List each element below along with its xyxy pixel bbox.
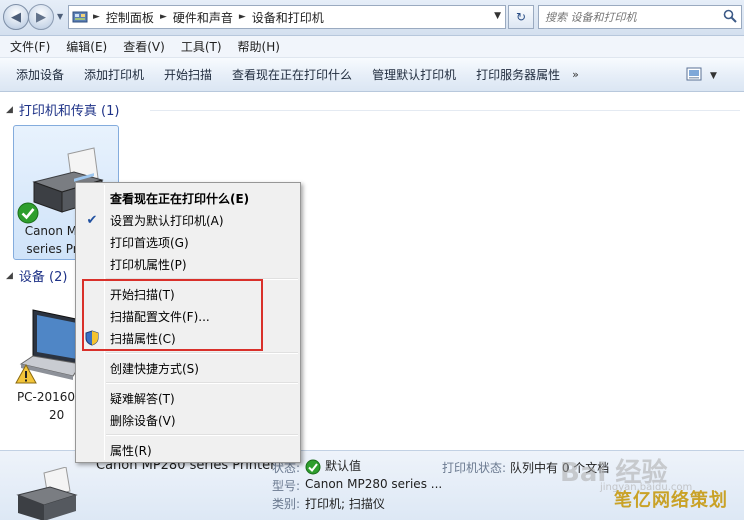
context-menu: 查看现在正在打印什么(E) ✔ 设置为默认打印机(A) 打印首选项(G) 打印机… <box>75 182 301 463</box>
group-divider <box>150 110 740 111</box>
collapse-triangle-icon[interactable]: ◢ <box>6 271 13 281</box>
checkmark-icon: ✔ <box>86 212 98 228</box>
forward-button[interactable]: ▶ <box>28 4 54 30</box>
menu-item-label: 删除设备(V) <box>110 413 176 428</box>
menu-separator <box>106 382 298 384</box>
menu-item-label: 打印首选项(G) <box>110 235 189 250</box>
breadcrumb-control-panel[interactable]: 控制面板 <box>106 9 154 26</box>
menu-file[interactable]: 文件(F) <box>2 38 58 55</box>
breadcrumb-separator-icon[interactable]: ► <box>239 12 246 22</box>
menu-bar: 文件(F) 编辑(E) 查看(V) 工具(T) 帮助(H) <box>0 36 744 58</box>
see-whats-printing-button[interactable]: 查看现在正在打印什么 <box>222 66 362 83</box>
command-bar: 添加设备 添加打印机 开始扫描 查看现在正在打印什么 管理默认打印机 打印服务器… <box>0 58 744 92</box>
pc-device-label-line2: 20 <box>49 408 65 422</box>
view-dropdown-icon[interactable]: ▼ <box>710 71 717 81</box>
recent-pages-dropdown-icon[interactable]: ▼ <box>57 12 63 21</box>
address-dropdown-icon[interactable]: ▼ <box>494 11 501 21</box>
menu-item-remove-device[interactable]: 删除设备(V) <box>78 409 298 431</box>
more-commands-button[interactable]: » <box>572 68 579 81</box>
add-device-button[interactable]: 添加设备 <box>6 66 74 83</box>
pc-device-label-line1: PC-20160 <box>16 390 76 404</box>
back-arrow-icon: ◀ <box>11 9 21 25</box>
details-queue-label: 打印机状态: <box>442 461 507 475</box>
breadcrumb-separator-icon[interactable]: ► <box>93 12 100 22</box>
breadcrumb[interactable]: ► 控制面板 ► 硬件和声音 ► 设备和打印机 ▼ <box>68 5 506 29</box>
details-status: 默认值 <box>305 457 361 475</box>
details-printer-icon <box>16 467 78 520</box>
menu-separator <box>106 434 298 436</box>
printers-group-header[interactable]: ◢ 打印机和传真 (1) <box>6 100 119 119</box>
menu-edit[interactable]: 编辑(E) <box>58 38 115 55</box>
devices-group-header[interactable]: ◢ 设备 (2) <box>6 266 67 285</box>
menu-separator <box>106 352 298 354</box>
start-scan-button[interactable]: 开始扫描 <box>154 66 222 83</box>
address-bar: ◀ ▶ ▼ ► 控制面板 ► 硬件和声音 ► 设备和打印机 ▼ ↻ <box>0 0 744 36</box>
menu-item-create-shortcut[interactable]: 创建快捷方式(S) <box>78 357 298 379</box>
add-printer-button[interactable]: 添加打印机 <box>74 66 154 83</box>
details-category-value: 打印机; 扫描仪 <box>305 497 385 511</box>
menu-item-label: 打印机属性(P) <box>110 257 187 272</box>
menu-item-set-default[interactable]: ✔ 设置为默认打印机(A) <box>78 209 298 231</box>
manage-default-printers-button[interactable]: 管理默认打印机 <box>362 66 466 83</box>
default-printer-check-icon <box>17 202 39 224</box>
default-status-check-icon <box>305 459 321 474</box>
pc-device[interactable]: PC-20160 20 <box>13 300 82 430</box>
menu-item-printing-preferences[interactable]: 打印首选项(G) <box>78 231 298 253</box>
menu-item-label: 开始扫描(T) <box>110 287 175 302</box>
refresh-button[interactable]: ↻ <box>508 5 534 29</box>
menu-item-label: 创建快捷方式(S) <box>110 361 199 376</box>
menu-item-label: 设置为默认打印机(A) <box>110 213 224 228</box>
back-button[interactable]: ◀ <box>3 4 29 30</box>
forward-arrow-icon: ▶ <box>36 9 46 25</box>
details-status-value: 默认值 <box>325 459 362 473</box>
menu-separator <box>106 278 298 280</box>
breadcrumb-devices-printers[interactable]: 设备和打印机 <box>252 9 324 26</box>
menu-item-see-whats-printing[interactable]: 查看现在正在打印什么(E) <box>78 187 298 209</box>
menu-item-label: 查看现在正在打印什么(E) <box>110 191 250 206</box>
warning-icon <box>15 364 37 384</box>
print-server-properties-button[interactable]: 打印服务器属性 <box>466 66 570 83</box>
devices-group-title: 设备 (2) <box>18 270 68 285</box>
breadcrumb-separator-icon[interactable]: ► <box>160 12 167 22</box>
menu-view[interactable]: 查看(V) <box>115 38 173 55</box>
collapse-triangle-icon[interactable]: ◢ <box>6 105 13 115</box>
menu-item-label: 扫描配置文件(F)... <box>110 309 210 324</box>
refresh-icon: ↻ <box>515 10 527 24</box>
control-panel-icon <box>69 6 91 28</box>
menu-item-start-scan[interactable]: 开始扫描(T) <box>78 283 298 305</box>
printers-group-title: 打印机和传真 (1) <box>18 104 120 119</box>
change-view-button[interactable]: ▼ <box>686 67 717 84</box>
menu-item-scan-properties[interactable]: 扫描属性(C) <box>78 327 298 349</box>
menu-item-troubleshoot[interactable]: 疑难解答(T) <box>78 387 298 409</box>
menu-item-label: 扫描属性(C) <box>110 331 176 346</box>
brand-watermark: 笔亿网络策划 <box>614 490 728 511</box>
search-icon[interactable] <box>723 9 737 26</box>
menu-item-properties[interactable]: 属性(R) <box>78 439 298 461</box>
menu-item-scan-profiles[interactable]: 扫描配置文件(F)... <box>78 305 298 327</box>
details-model-value: Canon MP280 series ... <box>305 477 443 491</box>
menu-item-printer-properties[interactable]: 打印机属性(P) <box>78 253 298 275</box>
view-icon <box>686 67 702 84</box>
menu-tools[interactable]: 工具(T) <box>173 38 230 55</box>
menu-item-label: 属性(R) <box>110 443 152 458</box>
search-box[interactable] <box>538 5 742 29</box>
menu-help[interactable]: 帮助(H) <box>230 38 288 55</box>
menu-item-label: 疑难解答(T) <box>110 391 175 406</box>
shield-icon <box>84 330 100 346</box>
breadcrumb-hardware-sound[interactable]: 硬件和声音 <box>173 9 233 26</box>
search-input[interactable] <box>545 10 715 24</box>
details-category-label: 类别: <box>272 497 301 511</box>
details-model-label: 型号: <box>272 479 301 493</box>
